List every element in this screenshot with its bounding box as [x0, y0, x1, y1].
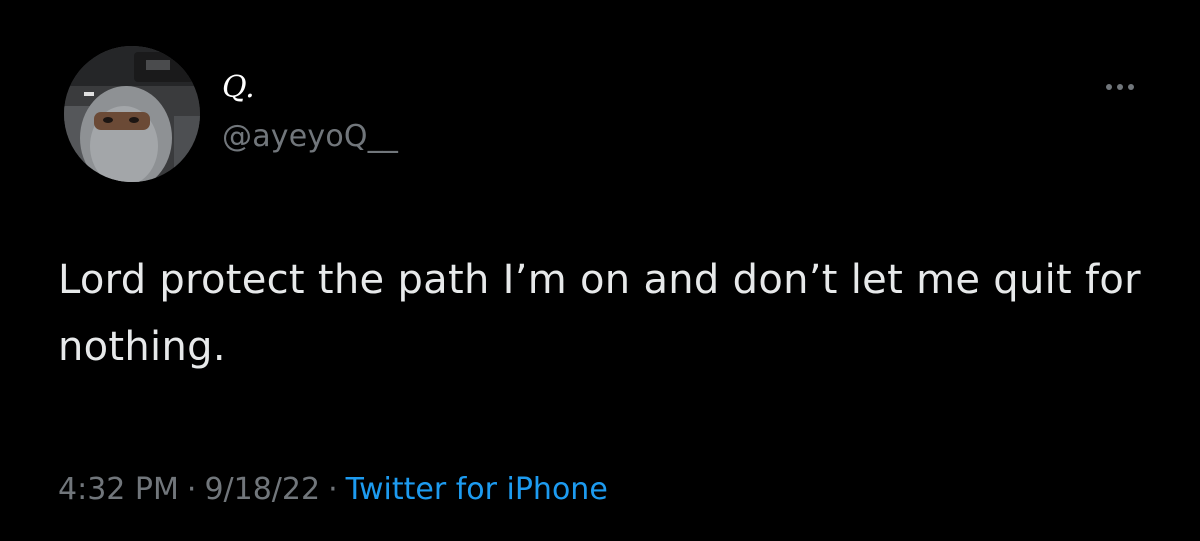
- tweet-time[interactable]: 4:32 PM: [58, 472, 179, 507]
- more-horizontal-icon-dot: [1117, 84, 1123, 90]
- tweet-text: Lord protect the path I’m on and don’t l…: [58, 257, 1141, 370]
- tweet-card: Q. @ayeyoQ__ Lord protect the path I’m o…: [0, 0, 1200, 541]
- tweet-source-link[interactable]: Twitter for iPhone: [346, 472, 608, 507]
- more-horizontal-icon-dot: [1128, 84, 1134, 90]
- separator: ·: [328, 472, 338, 507]
- tweet-metadata: 4:32 PM · 9/18/22 · Twitter for iPhone: [58, 470, 608, 510]
- profile-photo-icon: [64, 46, 200, 182]
- separator: ·: [186, 472, 197, 507]
- display-name[interactable]: Q.: [222, 70, 255, 106]
- tweet-date[interactable]: 9/18/22: [204, 472, 320, 507]
- avatar[interactable]: [64, 46, 200, 182]
- user-handle[interactable]: @ayeyoQ__: [222, 119, 398, 155]
- more-horizontal-icon: [1106, 84, 1112, 90]
- more-options-button[interactable]: [1092, 70, 1148, 104]
